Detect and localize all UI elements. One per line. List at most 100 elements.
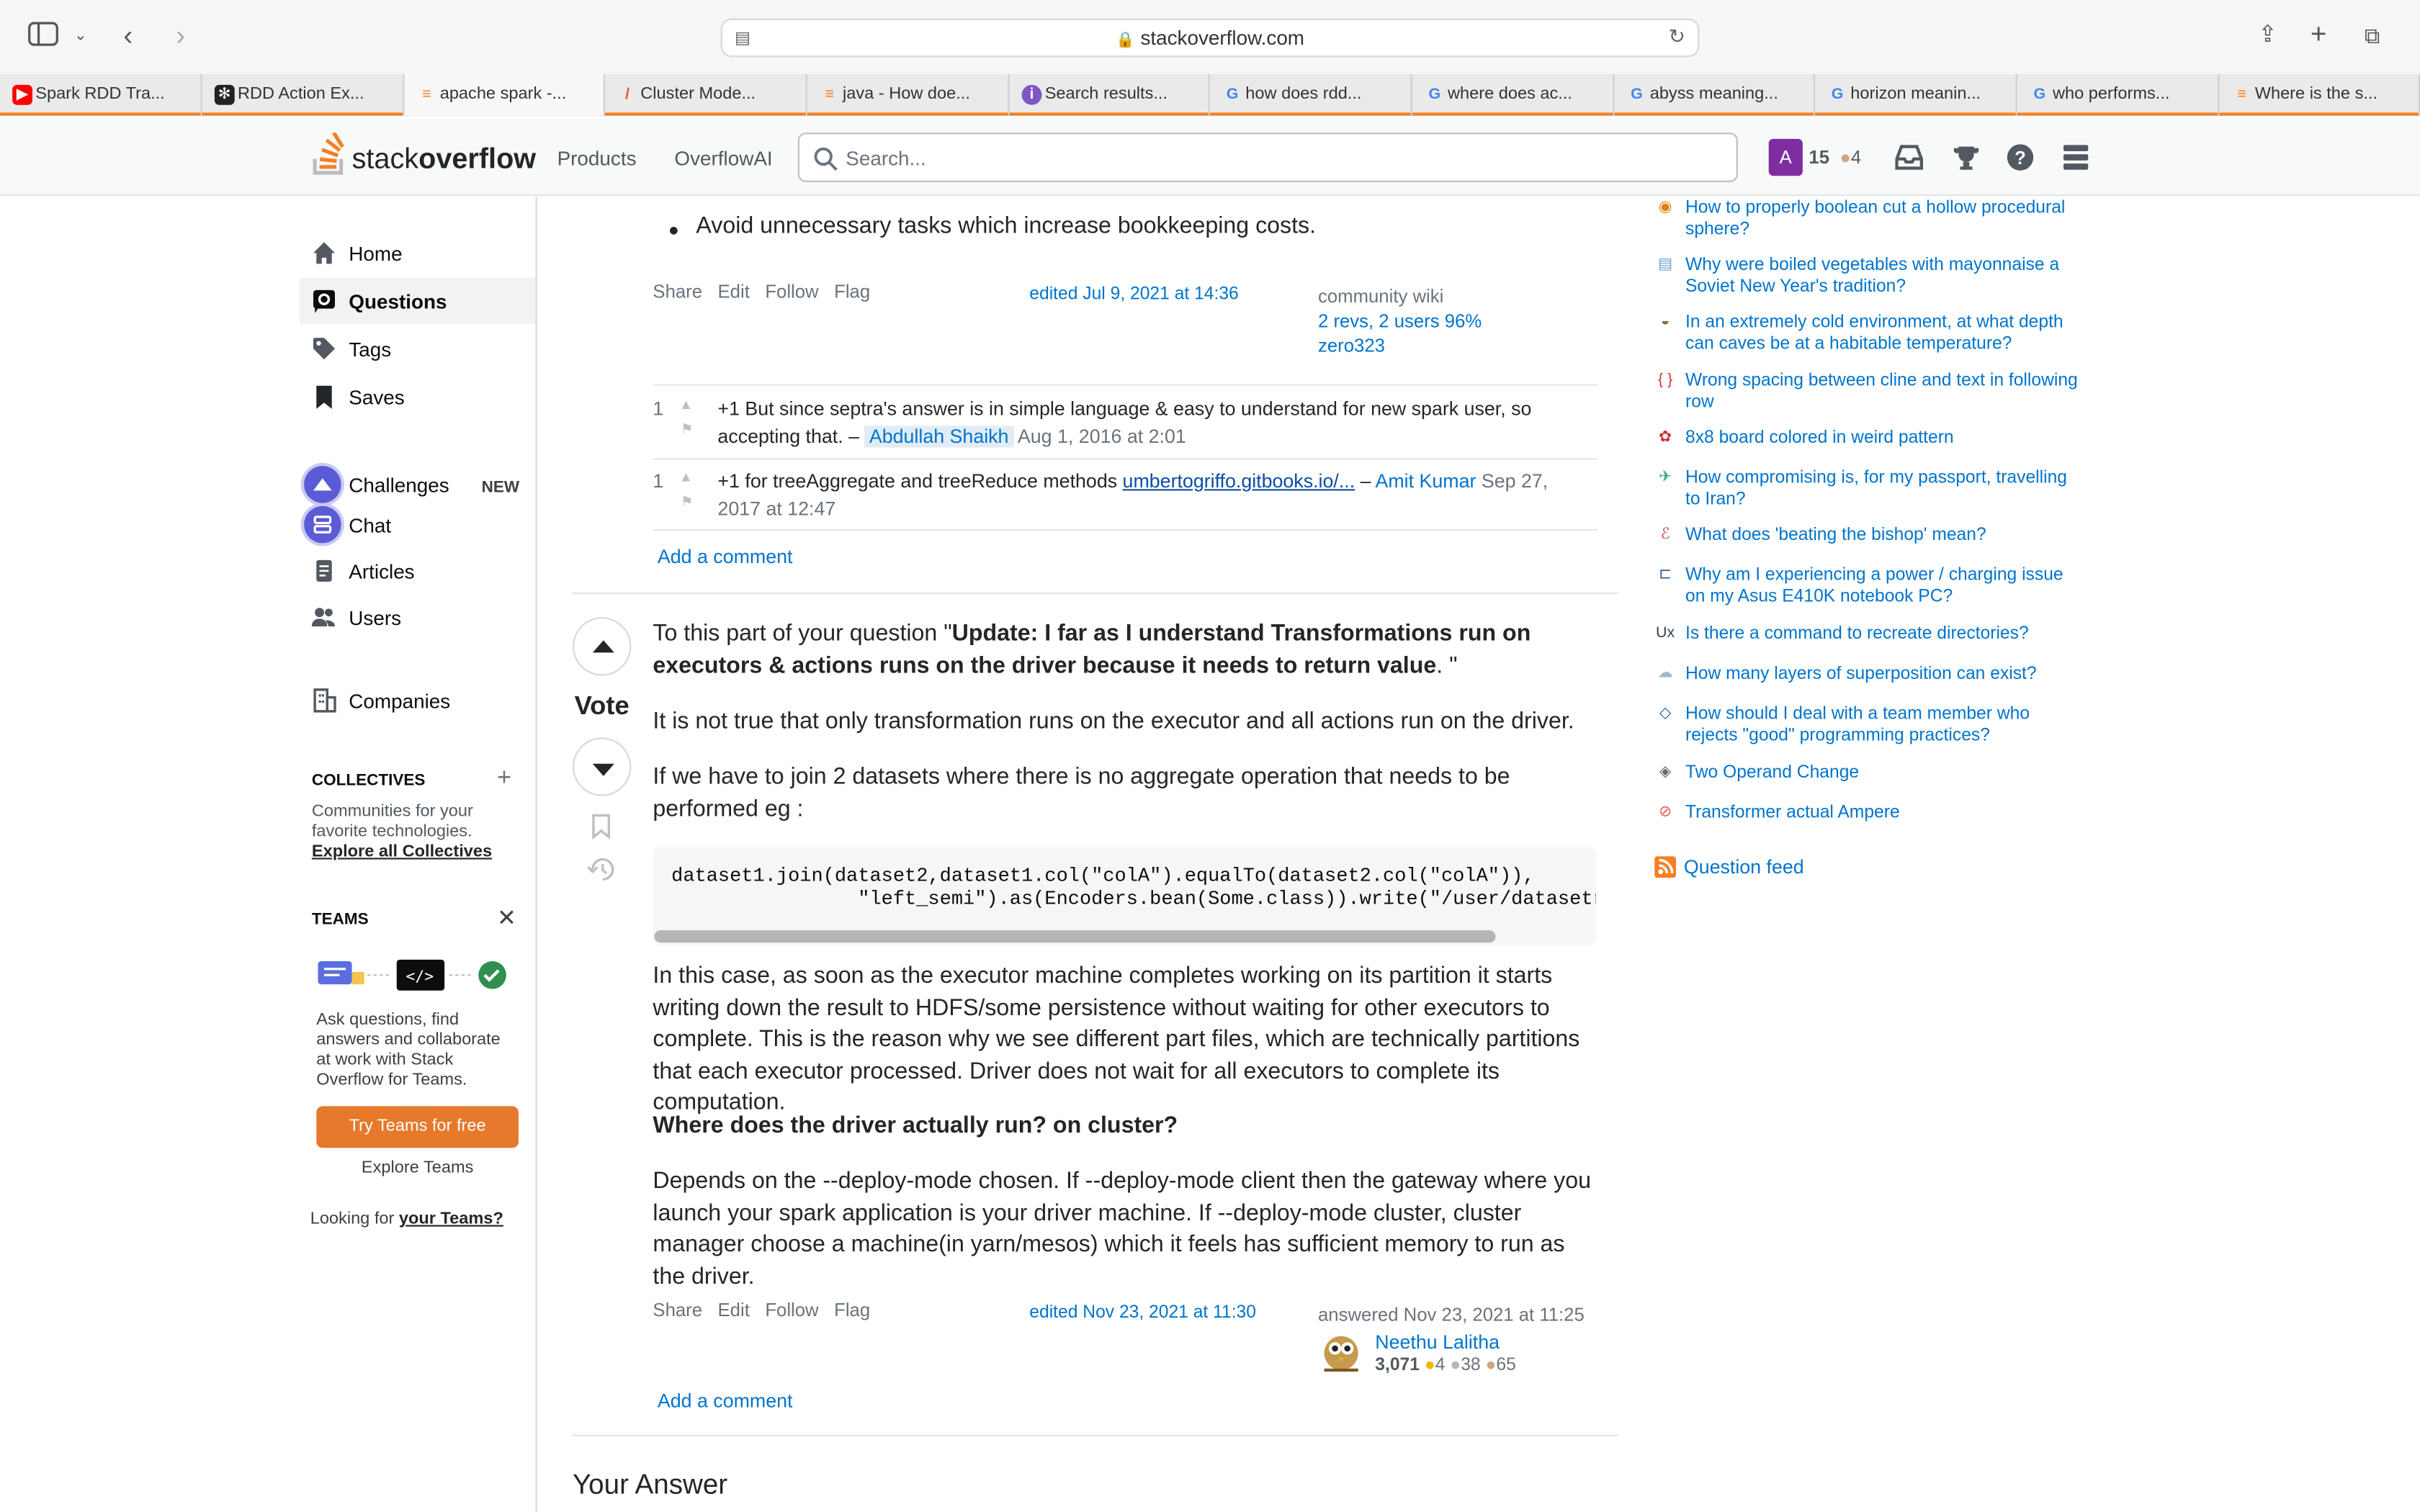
nav-overflowai[interactable]: OverflowAI (674, 147, 772, 170)
code-scrollbar[interactable] (654, 930, 1496, 943)
answer2-p2: If we have to join 2 datasets where ther… (653, 763, 1510, 822)
logo-text-light: stack (351, 142, 419, 175)
your-teams-link[interactable]: your Teams? (399, 1210, 503, 1228)
tab-overview-icon[interactable]: ⧉ (2365, 20, 2380, 51)
flag-comment-icon[interactable]: ⚑ (681, 421, 693, 438)
upvote-button[interactable] (573, 617, 632, 676)
downvote-button[interactable] (573, 737, 632, 796)
codegolf-icon: ◈ (1659, 763, 1672, 781)
tab-10[interactable]: Ghorizon meanin... (1815, 73, 2017, 116)
hot-question-link[interactable]: How to properly boolean cut a hollow pro… (1685, 197, 2081, 240)
tab-6[interactable]: i Search results... (1009, 73, 1210, 116)
address-bar[interactable]: ▤ 🔒 stackoverflow.com ↻ (720, 18, 1700, 58)
history-icon[interactable] (586, 856, 616, 882)
upvote-comment-icon[interactable]: ▲ (679, 397, 693, 412)
sidebar-item-home[interactable]: Home (349, 242, 402, 265)
sidebar-item-challenges[interactable]: Challenges (349, 474, 449, 497)
share-link[interactable]: Share (653, 281, 702, 302)
comment-score: 1 (653, 470, 664, 492)
hot-question-link[interactable]: 8x8 board colored in weird pattern (1685, 428, 2081, 449)
home-icon (313, 242, 335, 264)
answer2-user[interactable]: Neethu Lalitha (1375, 1331, 1500, 1353)
try-teams-button[interactable]: Try Teams for free (316, 1106, 519, 1148)
comment-user[interactable]: Amit Kumar (1375, 471, 1476, 492)
chevron-down-icon[interactable]: ⌄ (74, 22, 87, 53)
flag-link[interactable]: Flag (834, 1299, 870, 1320)
answer1-revs[interactable]: 2 revs, 2 users 96% (1318, 310, 1482, 332)
hot-question-link[interactable]: Transformer actual Ampere (1685, 802, 2081, 824)
flag-comment-icon[interactable]: ⚑ (681, 494, 693, 511)
hot-question-link[interactable]: Why am I experiencing a power / charging… (1685, 564, 2081, 608)
follow-link[interactable]: Follow (765, 1299, 818, 1320)
tab-9[interactable]: Gabyss meaning... (1614, 73, 1815, 116)
bookmark-icon[interactable] (591, 813, 611, 840)
sidebar-item-users[interactable]: Users (349, 606, 401, 629)
tab-1[interactable]: ▶ Spark RDD Tra... (0, 73, 202, 116)
puzzling-icon: ✿ (1659, 428, 1672, 446)
upvote-comment-icon[interactable]: ▲ (679, 469, 693, 484)
nav-products[interactable]: Products (557, 147, 637, 170)
add-comment-link[interactable]: Add a comment (658, 546, 793, 568)
plus-icon[interactable]: + (497, 765, 511, 793)
hot-question-link[interactable]: How many layers of superposition can exi… (1685, 663, 2081, 685)
collectives-title: COLLECTIVES (311, 771, 426, 791)
back-icon[interactable]: ‹ (123, 20, 133, 51)
add-comment-link[interactable]: Add a comment (658, 1390, 793, 1412)
code-text: dataset1.join(dataset2,dataset1.col("col… (671, 865, 1596, 911)
edit-link[interactable]: Edit (718, 1299, 750, 1320)
inbox-icon[interactable] (1894, 143, 1924, 171)
user-avatar[interactable] (1318, 1330, 1365, 1374)
search-input[interactable]: Search... (797, 132, 1738, 182)
hot-question-link[interactable]: Wrong spacing between cline and text in … (1685, 370, 2081, 413)
hot-question-link[interactable]: Is there a command to recreate directori… (1685, 624, 2081, 645)
answer1-edited[interactable]: edited Jul 9, 2021 at 14:36 (1029, 285, 1238, 304)
tab-3[interactable]: ≡ apache spark -... (404, 73, 605, 116)
close-icon[interactable]: ✕ (497, 904, 516, 932)
sidebar-item-companies[interactable]: Companies (349, 690, 450, 713)
hot-question-link[interactable]: How should I deal with a team member who… (1685, 703, 2081, 747)
new-tab-icon[interactable]: + (2311, 19, 2327, 50)
forward-icon[interactable]: › (176, 20, 185, 51)
hot-question-link[interactable]: What does 'beating the bishop' mean? (1685, 525, 2081, 546)
hot-question-link[interactable]: Two Operand Change (1685, 762, 2081, 784)
reload-icon[interactable]: ↻ (1669, 24, 1685, 49)
sidebar-item-questions[interactable]: Questions (349, 290, 447, 313)
hot-question-link[interactable]: Why were boiled vegetables with mayonnai… (1685, 255, 2081, 298)
tab-11[interactable]: Gwho performs... (2017, 73, 2220, 116)
english-icon: ℰ (1660, 526, 1670, 544)
follow-link[interactable]: Follow (765, 281, 818, 302)
achievements-icon[interactable] (1953, 143, 1981, 171)
comment-link[interactable]: umbertogriffo.gitbooks.io/... (1123, 471, 1355, 492)
tab-7[interactable]: Ghow does rdd... (1210, 73, 1412, 116)
question-feed-link[interactable]: Question feed (1684, 856, 1804, 878)
avatar[interactable]: A (1768, 138, 1803, 176)
share-icon[interactable]: ⇪ (2258, 20, 2277, 51)
site-switcher-icon[interactable] (2062, 143, 2090, 171)
share-link[interactable]: Share (653, 1299, 702, 1320)
new-badge: NEW (481, 478, 520, 497)
tab-8[interactable]: Gwhere does ac... (1412, 73, 1615, 116)
answer2-answered: answered Nov 23, 2021 at 11:25 (1318, 1303, 1585, 1326)
sidebar-item-articles[interactable]: Articles (349, 560, 414, 583)
explore-teams-link[interactable]: Explore Teams (316, 1158, 519, 1177)
answer2-p1: It is not true that only transformation … (653, 708, 1574, 734)
sidebar-item-tags[interactable]: Tags (349, 338, 391, 361)
answer2-edited[interactable]: edited Nov 23, 2021 at 11:30 (1029, 1304, 1256, 1323)
tab-2[interactable]: ✻ RDD Action Ex... (202, 73, 405, 116)
edit-link[interactable]: Edit (718, 281, 750, 302)
workplace-icon: ◇ (1659, 705, 1672, 722)
explore-collectives-link[interactable]: Explore all Collectives (312, 842, 492, 861)
hot-question-link[interactable]: In an extremely cold environment, at wha… (1685, 312, 2081, 355)
help-icon[interactable]: ? (2007, 143, 2035, 171)
sidebar-item-chat[interactable]: Chat (349, 514, 391, 537)
tab-5[interactable]: ≡ java - How doe... (807, 73, 1010, 116)
flag-link[interactable]: Flag (834, 281, 870, 302)
tab-4[interactable]: / Cluster Mode... (605, 73, 807, 116)
sidebar-item-saves[interactable]: Saves (349, 386, 404, 409)
sidebar-toggle-icon[interactable] (28, 22, 59, 55)
hot-question-link[interactable]: How compromising is, for my passport, tr… (1685, 467, 2081, 510)
rss-icon (1654, 856, 1677, 878)
answer1-user[interactable]: zero323 (1318, 335, 1385, 356)
comment-user[interactable]: Abdullah Shaikh (864, 425, 1013, 447)
tab-12[interactable]: ≡ Where is the s... (2219, 73, 2420, 116)
